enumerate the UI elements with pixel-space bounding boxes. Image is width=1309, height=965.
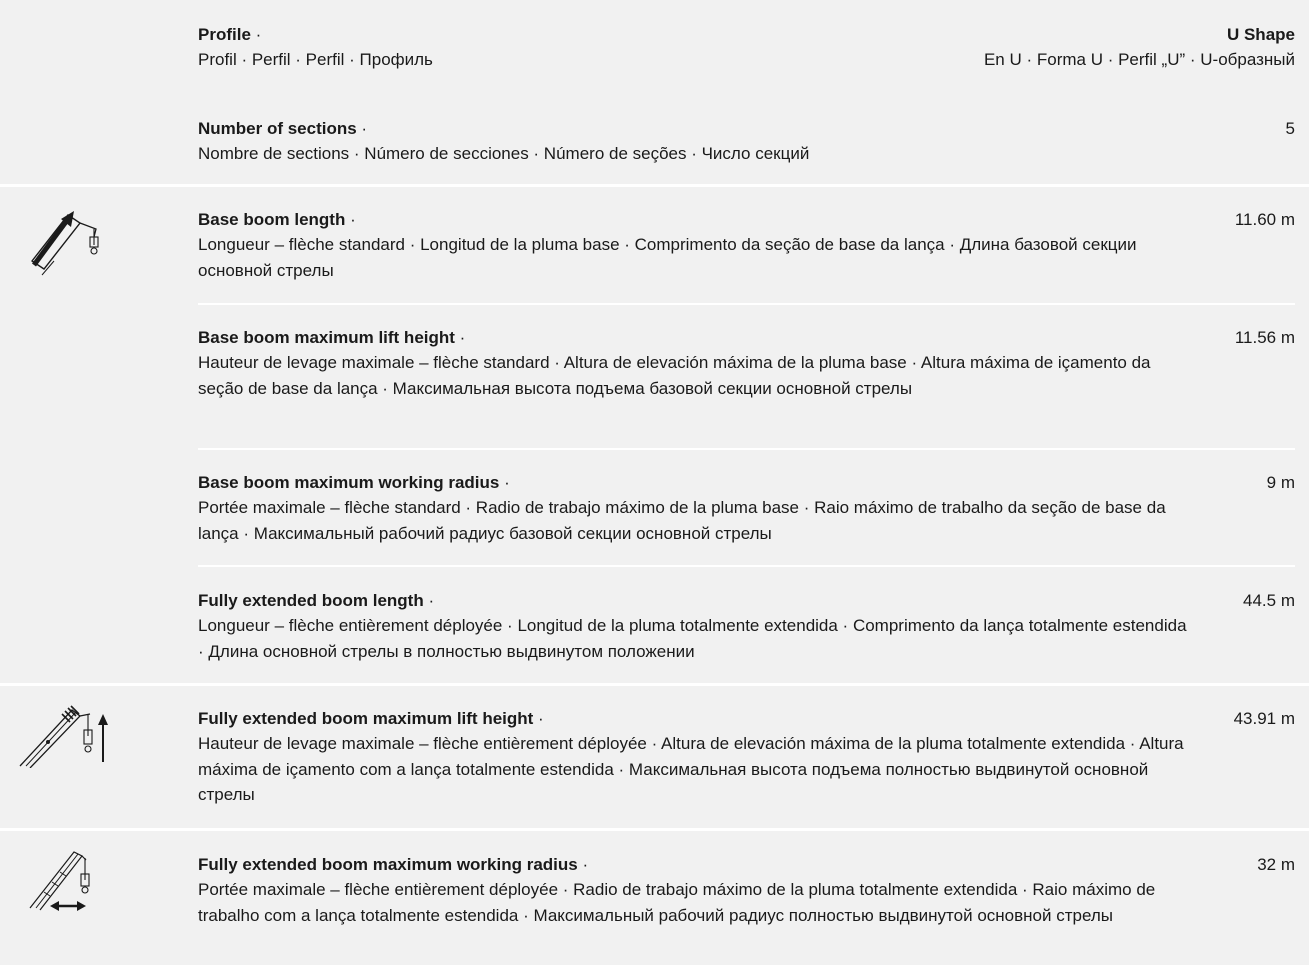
spec-value: U Shape [1226, 25, 1295, 44]
spec-label: Number of sections · [198, 116, 1295, 141]
label-separator: · [454, 328, 466, 347]
spec-value: 5 [1285, 119, 1295, 138]
spec-row-sections: Number of sections · Nombre de sections … [198, 116, 1295, 167]
label-separator: · [345, 210, 356, 229]
spec-row-base-radius: Base boom maximum working radius · Porté… [198, 470, 1295, 546]
label-separator: · [250, 25, 262, 44]
label-separator: · [577, 855, 589, 874]
spec-value: 11.60 m [1234, 210, 1295, 229]
label-text: Fully extended boom maximum working radi… [198, 855, 578, 874]
label-text: Fully extended boom length [198, 591, 424, 610]
row-divider [198, 303, 1295, 305]
label-text: Base boom length [198, 210, 346, 229]
spec-value: 11.56 m [1234, 328, 1295, 347]
boom-working-radius-icon [26, 846, 98, 912]
label-separator: · [356, 119, 368, 138]
spec-row-base-height: Base boom maximum lift height · Hauteur … [198, 325, 1295, 401]
spec-translation: Hauteur de levage maximale – flèche stan… [198, 353, 1151, 398]
row-divider [198, 448, 1295, 450]
group-divider [0, 683, 1309, 686]
spec-row-full-height: Fully extended boom maximum lift height … [198, 706, 1295, 808]
spec-translation: Hauteur de levage maximale – flèche enti… [198, 734, 1184, 804]
spec-label: Fully extended boom length · [198, 588, 1295, 613]
group-divider [0, 184, 1309, 187]
label-text: Base boom maximum lift height [198, 328, 455, 347]
spec-value: 44.5 m [1243, 591, 1295, 610]
group-divider [0, 828, 1309, 831]
spec-value-translation: En U · Forma U · Perfil „U” · U-образный [983, 50, 1295, 69]
spec-label: Profile · [198, 22, 1295, 47]
spec-label: Base boom maximum working radius · [198, 470, 1295, 495]
spec-translation: Nombre de sections · Número de secciones… [198, 144, 810, 163]
label-text: Fully extended boom maximum lift height [198, 709, 534, 728]
label-separator: · [423, 591, 435, 610]
label-separator: · [533, 709, 544, 728]
spec-value: 43.91 m [1233, 709, 1295, 728]
spec-translation: Portée maximale – flèche entièrement dép… [198, 880, 1156, 925]
label-separator: · [499, 473, 510, 492]
spec-row-profile: Profile · Profil · Perfil · Perfil · Про… [198, 22, 1295, 73]
boom-lift-height-icon [18, 700, 118, 768]
spec-label: Fully extended boom maximum lift height … [198, 706, 1295, 731]
spec-value: 9 m [1266, 473, 1295, 492]
spec-row-full-length: Fully extended boom length · Longueur – … [198, 588, 1295, 664]
spec-row-base-length: Base boom length · Longueur – flèche sta… [198, 207, 1295, 283]
row-divider [198, 565, 1295, 567]
spec-translation: Portée maximale – flèche standard · Radi… [198, 498, 1166, 543]
label-text: Profile [198, 25, 251, 44]
boom-length-icon [22, 205, 114, 277]
spec-translation: Longueur – flèche entièrement déployée ·… [198, 616, 1187, 661]
label-text: Base boom maximum working radius [198, 473, 500, 492]
spec-translation: Longueur – flèche standard · Longitud de… [198, 235, 1137, 280]
spec-value: 32 m [1257, 855, 1295, 874]
spec-table: Profile · Profil · Perfil · Perfil · Про… [0, 0, 1309, 965]
spec-label: Base boom maximum lift height · [198, 325, 1295, 350]
label-text: Number of sections [198, 119, 357, 138]
spec-row-full-radius: Fully extended boom maximum working radi… [198, 852, 1295, 928]
spec-label: Base boom length · [198, 207, 1295, 232]
spec-label: Fully extended boom maximum working radi… [198, 852, 1295, 877]
